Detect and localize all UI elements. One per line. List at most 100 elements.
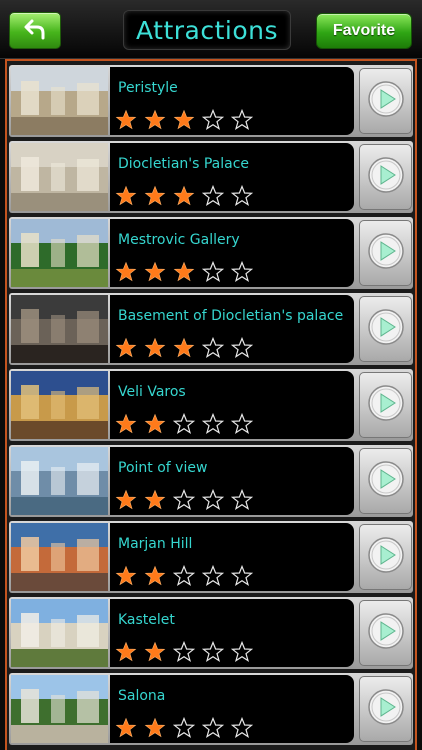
star-rating — [115, 640, 260, 663]
star-filled-icon — [173, 337, 195, 359]
list-item[interactable]: Mestrovic Gallery — [9, 217, 413, 289]
star-empty-icon — [201, 488, 225, 511]
star-empty-icon — [172, 412, 196, 435]
star-rating — [115, 184, 260, 207]
play-arrow-icon — [366, 307, 406, 351]
star-empty-icon — [230, 564, 254, 587]
open-detail-button[interactable] — [359, 524, 412, 590]
list-item[interactable]: Veli Varos — [9, 369, 413, 441]
attraction-info: Diocletian's Palace — [110, 143, 354, 211]
open-detail-button[interactable] — [359, 448, 412, 514]
star-filled-icon — [115, 489, 137, 511]
attraction-info: Peristyle — [110, 67, 354, 135]
attraction-info: Mestrovic Gallery — [110, 219, 354, 287]
star-rating — [115, 412, 260, 435]
attraction-photo — [11, 143, 108, 211]
star-filled-icon — [115, 413, 137, 435]
star-empty-icon — [172, 640, 196, 663]
attractions-list: Peristyle Diocletian's Palace Mestrovic … — [5, 59, 417, 750]
open-detail-button[interactable] — [359, 68, 412, 134]
list-item[interactable]: Peristyle — [9, 65, 413, 137]
play-arrow-icon — [366, 687, 406, 731]
star-empty-icon — [201, 260, 225, 283]
star-filled-icon — [144, 185, 166, 207]
attraction-photo — [11, 675, 108, 743]
star-filled-icon — [144, 717, 166, 739]
star-empty-icon — [230, 260, 254, 283]
attraction-photo — [11, 523, 108, 591]
list-item[interactable]: Basement of Diocletian's palace — [9, 293, 413, 365]
attraction-info: Basement of Diocletian's palace — [110, 295, 354, 363]
open-detail-button[interactable] — [359, 676, 412, 742]
open-detail-button[interactable] — [359, 220, 412, 286]
star-rating — [115, 260, 260, 283]
star-empty-icon — [201, 412, 225, 435]
star-empty-icon — [201, 640, 225, 663]
attraction-photo — [11, 371, 108, 439]
play-arrow-icon — [366, 383, 406, 427]
star-filled-icon — [115, 109, 137, 131]
attraction-name: Mestrovic Gallery — [118, 232, 240, 248]
star-filled-icon — [115, 641, 137, 663]
star-empty-icon — [230, 716, 254, 739]
star-empty-icon — [172, 716, 196, 739]
attraction-info: Point of view — [110, 447, 354, 515]
star-filled-icon — [173, 109, 195, 131]
attraction-photo — [11, 295, 108, 363]
star-rating — [115, 716, 260, 739]
star-empty-icon — [230, 412, 254, 435]
play-arrow-icon — [366, 535, 406, 579]
list-item[interactable]: Diocletian's Palace — [9, 141, 413, 213]
star-empty-icon — [172, 564, 196, 587]
attraction-photo — [11, 67, 108, 135]
star-filled-icon — [115, 565, 137, 587]
attraction-photo — [11, 447, 108, 515]
star-empty-icon — [201, 108, 225, 131]
star-filled-icon — [115, 185, 137, 207]
attraction-name: Kastelet — [118, 612, 175, 628]
attraction-info: Kastelet — [110, 599, 354, 667]
star-empty-icon — [230, 108, 254, 131]
star-rating — [115, 488, 260, 511]
open-detail-button[interactable] — [359, 372, 412, 438]
attraction-info: Marjan Hill — [110, 523, 354, 591]
list-item[interactable]: Marjan Hill — [9, 521, 413, 593]
attraction-name: Marjan Hill — [118, 536, 193, 552]
attraction-photo — [11, 219, 108, 287]
list-item[interactable]: Salona — [9, 673, 413, 745]
star-filled-icon — [144, 413, 166, 435]
attraction-name: Basement of Diocletian's palace — [118, 308, 344, 324]
attraction-photo — [11, 599, 108, 667]
open-detail-button[interactable] — [359, 600, 412, 666]
star-filled-icon — [173, 261, 195, 283]
star-filled-icon — [144, 641, 166, 663]
attraction-name: Point of view — [118, 460, 208, 476]
open-detail-button[interactable] — [359, 144, 412, 210]
star-rating — [115, 336, 260, 359]
play-arrow-icon — [366, 231, 406, 275]
star-filled-icon — [144, 565, 166, 587]
back-button[interactable] — [9, 12, 61, 49]
star-filled-icon — [115, 717, 137, 739]
star-empty-icon — [230, 488, 254, 511]
star-filled-icon — [144, 489, 166, 511]
play-arrow-icon — [366, 79, 406, 123]
star-filled-icon — [144, 109, 166, 131]
attraction-name: Veli Varos — [118, 384, 186, 400]
list-item[interactable]: Kastelet — [9, 597, 413, 669]
star-empty-icon — [201, 564, 225, 587]
star-empty-icon — [201, 716, 225, 739]
star-rating — [115, 108, 260, 131]
star-filled-icon — [144, 337, 166, 359]
open-detail-button[interactable] — [359, 296, 412, 362]
list-item[interactable]: Point of view — [9, 445, 413, 517]
play-arrow-icon — [366, 611, 406, 655]
page-title: Attractions — [123, 10, 291, 50]
star-filled-icon — [115, 337, 137, 359]
favorite-button[interactable]: Favorite — [316, 13, 412, 49]
star-empty-icon — [230, 640, 254, 663]
star-filled-icon — [144, 261, 166, 283]
attraction-info: Veli Varos — [110, 371, 354, 439]
attraction-name: Peristyle — [118, 80, 178, 96]
star-filled-icon — [173, 185, 195, 207]
